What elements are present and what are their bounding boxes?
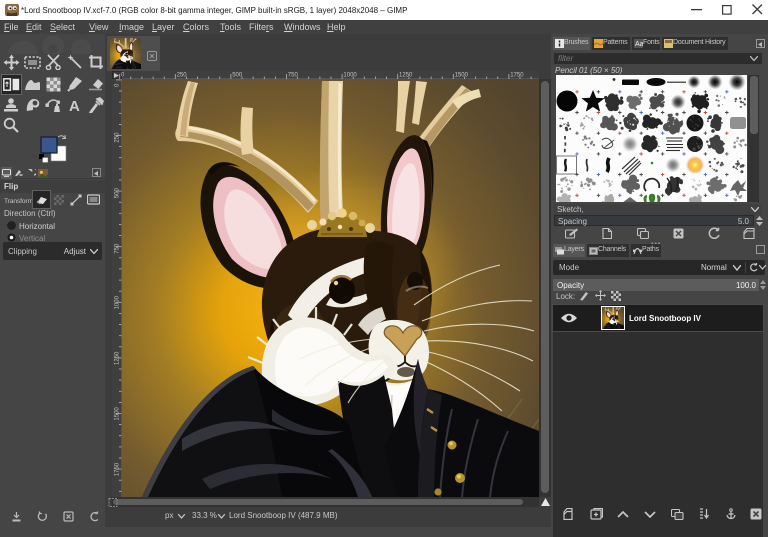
svg-text:1500: 1500 — [455, 73, 469, 79]
svg-text:1250: 1250 — [115, 351, 121, 365]
svg-text:250: 250 — [115, 132, 121, 143]
svg-text:500: 500 — [115, 188, 121, 199]
svg-text:1750: 1750 — [510, 73, 524, 79]
svg-text:1000: 1000 — [343, 73, 357, 79]
svg-text:0: 0 — [115, 83, 121, 87]
svg-text:250: 250 — [177, 73, 188, 79]
svg-text:500: 500 — [232, 73, 243, 79]
svg-text:A: A — [69, 98, 80, 113]
svg-text:1000: 1000 — [115, 295, 121, 309]
svg-text:1500: 1500 — [115, 407, 121, 421]
svg-text:750: 750 — [115, 243, 121, 254]
svg-text:1750: 1750 — [115, 462, 121, 476]
svg-text:Aa: Aa — [635, 41, 643, 48]
svg-text:750: 750 — [288, 73, 299, 79]
svg-text:1250: 1250 — [399, 73, 413, 79]
svg-text:0: 0 — [121, 73, 125, 79]
